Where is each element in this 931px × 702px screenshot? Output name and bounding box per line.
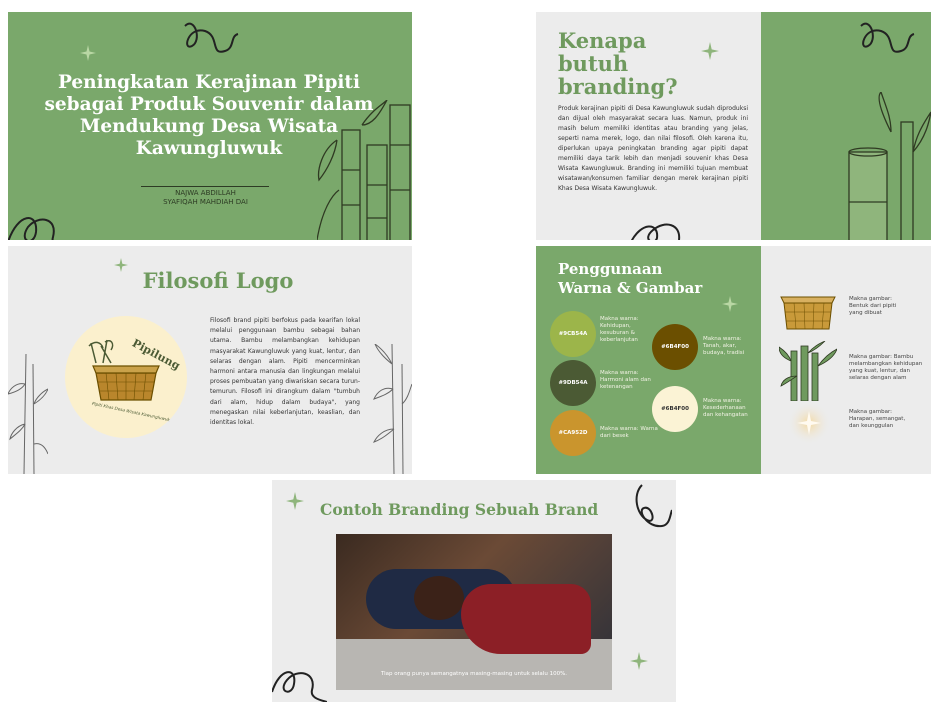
slide-heading: Kenapa butuh branding? (558, 28, 678, 99)
bamboo-illustration (848, 92, 931, 240)
author-name: NAJWA ABDILLAH (175, 189, 236, 197)
image-meaning: Makna gambar: Bambu melambangkan kehidup… (849, 354, 923, 381)
sparkle-icon (722, 296, 738, 312)
color-meaning: Makna warna: Tanah, akar, budaya, tradis… (703, 336, 745, 356)
color-swatch: #9DB54A (550, 360, 596, 406)
color-swatch: #6B4F00 (652, 386, 698, 432)
video-frame[interactable]: Tiap orang punya semangatnya masing-masi… (336, 534, 612, 690)
basket-icon (780, 296, 836, 330)
bamboo-right-illustration (372, 344, 412, 474)
slide-heading-line: Penggunaan (558, 260, 663, 278)
color-swatch: #CA952D (550, 410, 596, 456)
slide-heading: Contoh Branding Sebuah Brand (320, 500, 599, 519)
color-swatch: #9CB54A (550, 311, 596, 357)
loop-doodle (272, 671, 327, 702)
video-person (414, 576, 464, 620)
color-meaning: Makna warna: Harmoni alam dan ketenangan (600, 370, 651, 390)
slide-heading-line: Warna & Gambar (558, 279, 703, 297)
swirl-decoration (184, 22, 239, 53)
swirl-decoration (860, 22, 915, 53)
swirl-decoration (635, 484, 672, 528)
slide-logo-philosophy: Filosofi Logo Pipilung Pipiti Khas Desa … (8, 246, 412, 474)
slide-body-text: Produk kerajinan pipiti di Desa Kawunglu… (558, 105, 748, 192)
bamboo-left-illustration (8, 354, 48, 474)
image-meaning: Makna gambar: Harapan, semangat, dan keu… (849, 409, 906, 429)
divider-line (141, 186, 269, 187)
sparkle-icon (630, 652, 648, 670)
color-swatch: #6B4F00 (652, 324, 698, 370)
sparkle-icon (701, 42, 719, 60)
slide-heading: Filosofi Logo (142, 268, 294, 293)
bamboo-illustration (317, 100, 411, 240)
image-meaning: Makna gambar: Bentuk dari pipiti yang di… (849, 296, 897, 316)
loop-doodle (8, 217, 55, 240)
sparkle-icon (80, 45, 96, 61)
color-meaning: Makna warna: Kesederhanaan dan kehangata… (703, 398, 748, 418)
video-caption: Tiap orang punya semangatnya masing-masi… (380, 671, 568, 677)
slide-branding-example: Contoh Branding Sebuah Brand Tiap orang … (272, 480, 676, 702)
video-shirt (461, 584, 591, 654)
color-meaning: Makna warna: Kehidupan, kesuburan & kebe… (600, 316, 639, 343)
bamboo-icon (779, 341, 837, 401)
loop-doodle (631, 223, 681, 240)
slide-title: Peningkatan Kerajinan Pipiti sebagai Pro… (8, 12, 412, 240)
slide-colors-images: Penggunaan Warna & Gambar #9CB54A Makna … (536, 246, 931, 474)
slide-why-branding: Kenapa butuh branding? Produk kerajinan … (536, 12, 931, 240)
author-name: SYAFIQAH MAHDIAH DAI (163, 198, 248, 206)
slide-body-text: Filosofi brand pipiti berfokus pada kear… (210, 317, 360, 427)
sparkle-icon (286, 492, 304, 510)
color-meaning: Makna warna: Warna dari besek (600, 426, 658, 439)
sparkle-glow-icon (787, 401, 831, 445)
